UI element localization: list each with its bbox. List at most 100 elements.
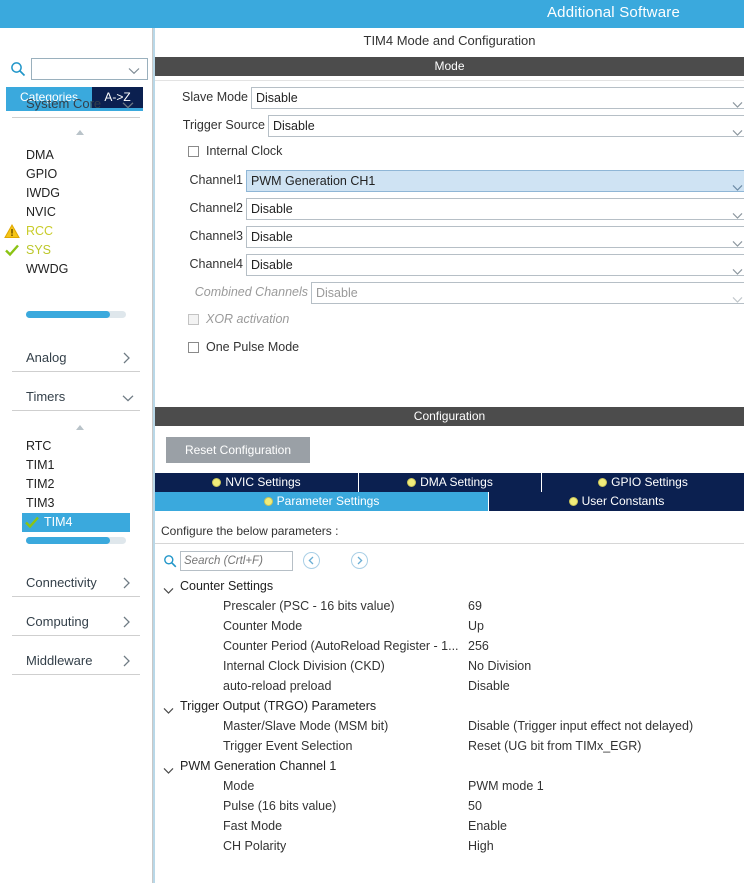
param-row-counter-mode[interactable]: Counter Mode Up	[155, 618, 744, 638]
mode-pane: Slave Mode Disable Trigger Source Disabl…	[155, 80, 744, 396]
field-channel4: Channel4 Disable	[155, 254, 744, 276]
search-icon	[10, 61, 26, 77]
check-icon	[24, 515, 40, 530]
channel4-combo[interactable]: Disable	[246, 254, 744, 276]
scroll-up-icon[interactable]	[74, 422, 86, 434]
sidebar-item-rtc[interactable]: RTC	[26, 437, 51, 456]
sidebar-item-label: RCC	[26, 224, 54, 238]
trigger-source-combo[interactable]: Disable	[268, 115, 744, 137]
scroll-up-icon[interactable]	[74, 127, 86, 139]
reset-configuration-button[interactable]: Reset Configuration	[166, 437, 310, 463]
param-value: 50	[468, 799, 482, 813]
sidebar-item-sys[interactable]: SYS	[5, 241, 51, 260]
param-row-auto-reload-preload[interactable]: auto-reload preload Disable	[155, 678, 744, 698]
channel3-combo[interactable]: Disable	[246, 226, 744, 248]
sidebar-group-analog[interactable]: Analog	[12, 345, 140, 372]
param-name: CH Polarity	[223, 839, 287, 853]
sidebar-item-dma[interactable]: DMA	[26, 146, 54, 165]
field-label: Channel1	[189, 173, 243, 187]
internal-clock-checkbox[interactable]	[188, 146, 199, 157]
sidebar-group-computing[interactable]: Computing	[12, 609, 140, 636]
field-label: Channel3	[189, 229, 243, 243]
top-banner: Additional Software	[0, 0, 744, 28]
sidebar-item-tim1[interactable]: TIM1	[26, 456, 54, 475]
sidebar-item-tim3[interactable]: TIM3	[26, 494, 54, 513]
param-value: Reset (UG bit from TIMx_EGR)	[468, 739, 642, 753]
chevron-down-icon	[732, 290, 743, 303]
combined-channels-combo[interactable]: Disable	[311, 282, 744, 304]
param-value: 256	[468, 639, 489, 653]
tab-user-constants[interactable]: User Constants	[489, 492, 744, 511]
param-row-master-slave-mode[interactable]: Master/Slave Mode (MSM bit) Disable (Tri…	[155, 718, 744, 738]
chevron-down-icon	[732, 234, 743, 247]
sidebar-item-iwdg[interactable]: IWDG	[26, 184, 60, 203]
field-label: Slave Mode	[181, 90, 248, 104]
param-value: High	[468, 839, 494, 853]
chevron-down-icon	[122, 392, 134, 402]
chevron-right-icon	[122, 655, 134, 667]
tab-nvic-settings[interactable]: NVIC Settings	[155, 473, 358, 492]
sidebar-scrollbar-system-core[interactable]	[26, 311, 126, 318]
sidebar-scrollbar-timers[interactable]	[26, 537, 126, 544]
field-label: XOR activation	[206, 312, 290, 326]
param-row-trigger-event-selection[interactable]: Trigger Event Selection Reset (UG bit fr…	[155, 738, 744, 758]
sidebar-item-nvic[interactable]: NVIC	[26, 203, 56, 222]
tab-label: GPIO Settings	[611, 475, 688, 489]
status-dot-icon	[212, 478, 222, 487]
sidebar-item-wwdg[interactable]: WWDG	[26, 260, 68, 279]
sidebar-group-timers[interactable]: Timers	[12, 384, 140, 411]
param-name: Counter Mode	[223, 619, 303, 633]
chevron-down-icon	[163, 584, 174, 594]
sidebar-group-label: Connectivity	[26, 575, 97, 590]
sidebar-group-system-core[interactable]: System Core	[12, 91, 140, 118]
sidebar-search-input[interactable]	[31, 58, 148, 80]
tab-parameter-settings[interactable]: Parameter Settings	[155, 492, 488, 511]
status-dot-icon	[263, 497, 273, 506]
param-row-internal-clock-division[interactable]: Internal Clock Division (CKD) No Divisio…	[155, 658, 744, 678]
field-label: Internal Clock	[206, 144, 283, 158]
channel1-combo[interactable]: PWM Generation CH1	[246, 170, 744, 192]
combo-value: PWM Generation CH1	[251, 174, 376, 188]
param-row-mode[interactable]: Mode PWM mode 1	[155, 778, 744, 798]
param-value: Disable (Trigger input effect not delaye…	[468, 719, 694, 733]
sidebar-group-connectivity[interactable]: Connectivity	[12, 570, 140, 597]
one-pulse-mode-checkbox[interactable]	[188, 342, 199, 353]
param-row-ch-polarity[interactable]: CH Polarity High	[155, 838, 744, 858]
status-dot-icon	[407, 478, 417, 487]
page-title: TIM4 Mode and Configuration	[363, 33, 536, 48]
nav-back-button[interactable]	[303, 552, 320, 569]
component-sidebar: Categories A->Z System Core DMA GPIO IWD…	[0, 28, 152, 883]
status-dot-icon	[598, 478, 608, 487]
sidebar-item-label: TIM4	[44, 515, 73, 529]
field-channel3: Channel3 Disable	[155, 226, 744, 248]
sidebar-item-rcc[interactable]: RCC	[4, 222, 54, 241]
sidebar-item-tim2[interactable]: TIM2	[26, 475, 54, 494]
channel2-combo[interactable]: Disable	[246, 198, 744, 220]
slave-mode-combo[interactable]: Disable	[251, 87, 744, 109]
field-label: Channel2	[189, 201, 243, 215]
param-row-prescaler[interactable]: Prescaler (PSC - 16 bits value) 69	[155, 598, 744, 618]
sidebar-item-tim4[interactable]: TIM4	[22, 513, 130, 532]
param-row-fast-mode[interactable]: Fast Mode Enable	[155, 818, 744, 838]
combo-value: Disable	[316, 286, 358, 300]
nav-forward-button[interactable]	[351, 552, 368, 569]
warning-icon	[4, 223, 20, 239]
field-label: Channel4	[189, 257, 243, 271]
chevron-down-icon	[163, 704, 174, 714]
combo-value: Disable	[251, 202, 293, 216]
sidebar-item-gpio[interactable]: GPIO	[26, 165, 57, 184]
field-combined-channels: Combined Channels Disable	[155, 282, 744, 304]
parameter-search-input[interactable]	[180, 551, 293, 571]
sidebar-group-label: Timers	[26, 389, 66, 404]
configuration-tabs-row-1: NVIC Settings DMA Settings GPIO Settings	[155, 473, 744, 492]
tab-dma-settings[interactable]: DMA Settings	[359, 473, 541, 492]
param-name: Master/Slave Mode (MSM bit)	[223, 719, 389, 733]
param-row-pulse[interactable]: Pulse (16 bits value) 50	[155, 798, 744, 818]
chevron-down-icon	[732, 206, 743, 219]
tab-gpio-settings[interactable]: GPIO Settings	[542, 473, 744, 492]
check-icon	[4, 243, 20, 258]
sidebar-group-middleware[interactable]: Middleware	[12, 648, 140, 675]
field-channel2: Channel2 Disable	[155, 198, 744, 220]
mode-section-bar: Mode	[155, 57, 744, 76]
param-row-counter-period[interactable]: Counter Period (AutoReload Register - 1.…	[155, 638, 744, 658]
